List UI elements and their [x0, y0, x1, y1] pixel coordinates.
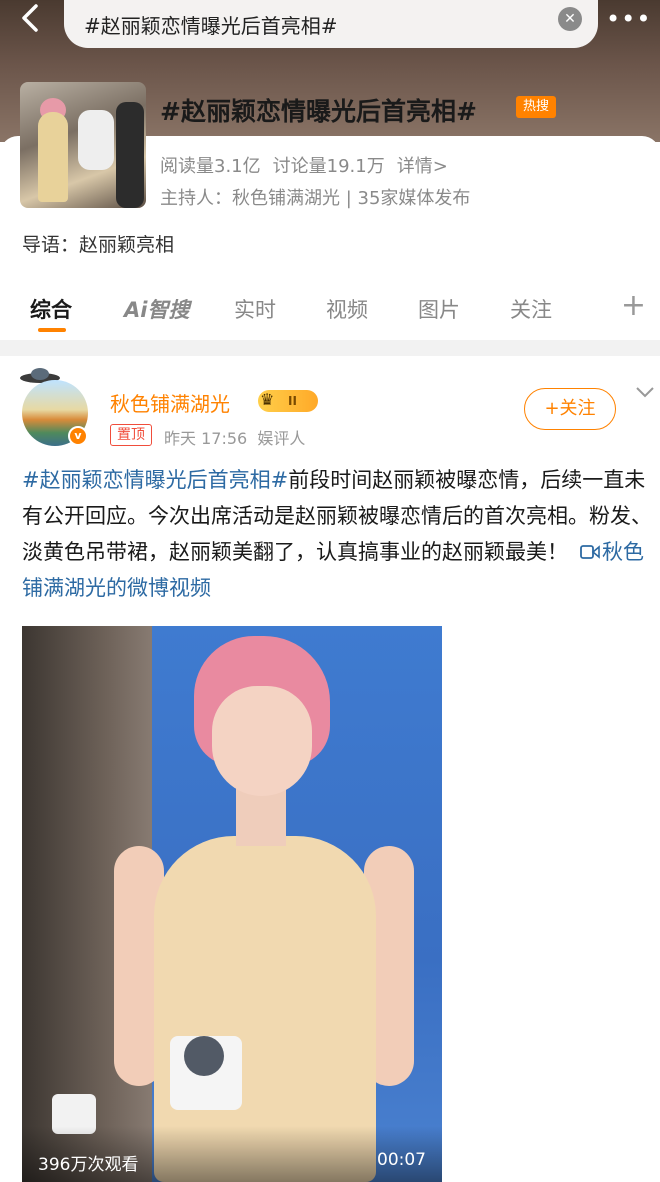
topic-stats: 阅读量3.1亿 讨论量19.1万 详情> [160, 152, 460, 178]
post-meta: 昨天 17:56 娱评人 [164, 425, 305, 449]
search-input[interactable]: #赵丽颖恋情曝光后首亮相# ✕ [64, 0, 598, 48]
discussion-count: 讨论量19.1万 [272, 156, 385, 177]
hot-badge: 热搜 [516, 96, 556, 118]
tab-ai-search[interactable]: Ai智搜 [124, 294, 189, 324]
tab-images[interactable]: 图片 [418, 294, 460, 324]
view-count: 396万次观看 [38, 1155, 139, 1175]
crown-icon: ♛ [260, 390, 275, 409]
verified-icon: v [68, 426, 88, 446]
active-tab-indicator [38, 328, 66, 332]
post-text: #赵丽颖恋情曝光后首亮相#前段时间赵丽颖被曝恋情，后续一直未有公开回应。今次出席… [22, 462, 652, 606]
read-count: 阅读量3.1亿 [160, 156, 261, 177]
pinned-badge: 置顶 [110, 424, 152, 446]
search-query: #赵丽颖恋情曝光后首亮相# [84, 13, 338, 38]
clear-icon[interactable]: ✕ [558, 7, 582, 31]
section-divider [0, 340, 660, 356]
post-time: 昨天 17:56 [164, 429, 248, 448]
details-link[interactable]: 详情> [397, 156, 448, 177]
topic-thumbnail[interactable] [20, 82, 146, 208]
tab-following[interactable]: 关注 [510, 294, 552, 324]
video-player[interactable]: 396万次观看 00:07 [22, 626, 442, 1182]
post-source: 娱评人 [257, 429, 306, 448]
post-hashtag[interactable]: #赵丽颖恋情曝光后首亮相# [22, 468, 288, 492]
video-duration: 00:07 [377, 1150, 426, 1170]
tab-comprehensive[interactable]: 综合 [30, 294, 72, 324]
topic-host[interactable]: 主持人：秋色铺满湖光 | 35家媒体发布 [160, 184, 470, 210]
tab-realtime[interactable]: 实时 [234, 294, 276, 324]
video-link-icon [580, 545, 600, 559]
tab-bar: 综合 Ai智搜 实时 视频 图片 关注 + [0, 282, 660, 338]
more-options-icon[interactable]: ••• [606, 4, 650, 34]
chevron-down-icon[interactable] [634, 384, 656, 400]
topic-guide: 导语：赵丽颖亮相 [22, 234, 175, 256]
add-tab-icon[interactable]: + [621, 288, 646, 323]
topic-title: #赵丽颖恋情曝光后首亮相# [160, 97, 477, 126]
tab-video[interactable]: 视频 [326, 294, 368, 324]
follow-button[interactable]: +关注 [524, 388, 616, 430]
back-icon[interactable] [8, 0, 52, 40]
author-name[interactable]: 秋色铺满湖光 [110, 388, 230, 417]
